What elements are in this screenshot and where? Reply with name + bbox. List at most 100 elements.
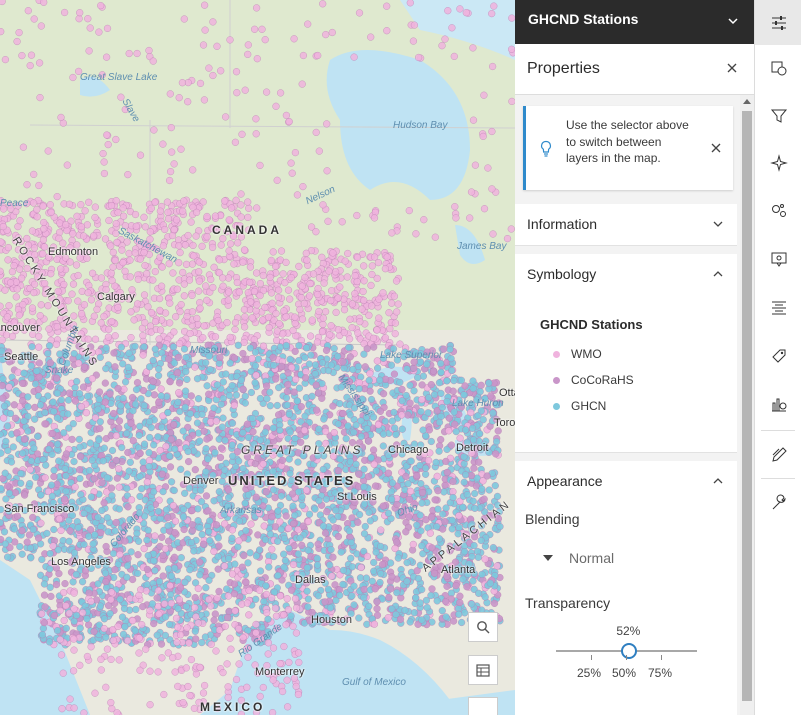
information-title: Information bbox=[527, 216, 598, 232]
legend-swatch bbox=[553, 402, 560, 410]
label-mexico: MEXICO bbox=[200, 700, 266, 714]
properties-action[interactable] bbox=[755, 0, 801, 45]
styles-action[interactable] bbox=[755, 45, 801, 90]
search-icon bbox=[477, 621, 490, 634]
appearance-title[interactable]: Appearance bbox=[527, 473, 603, 489]
blending-select[interactable]: Normal bbox=[525, 543, 730, 573]
label-lake-huron: Lake Huron bbox=[452, 398, 504, 409]
properties-header: Properties bbox=[515, 44, 754, 95]
filter-action[interactable] bbox=[755, 93, 801, 138]
legend-swatch bbox=[553, 376, 560, 384]
effects-action[interactable] bbox=[755, 140, 801, 185]
close-notice-icon[interactable] bbox=[711, 143, 721, 153]
tick-75 bbox=[661, 655, 662, 660]
transparency-label: Transparency bbox=[525, 595, 611, 611]
map-table-button[interactable] bbox=[468, 655, 498, 685]
legend-label: GHCN bbox=[571, 399, 607, 413]
scroll-up-icon[interactable] bbox=[743, 99, 751, 104]
action-bar bbox=[754, 0, 801, 715]
label-snake: Snake bbox=[45, 365, 74, 376]
action-divider bbox=[761, 430, 795, 431]
city-seattle[interactable]: Seattle bbox=[4, 351, 38, 363]
fields-icon bbox=[771, 301, 786, 314]
city-toronto[interactable]: Toro bbox=[494, 417, 515, 429]
tick-label-25: 25% bbox=[577, 666, 602, 680]
labels-action[interactable] bbox=[755, 333, 801, 378]
blending-value: Normal bbox=[569, 550, 615, 566]
label-hudson-bay: Hudson Bay bbox=[393, 120, 448, 131]
layer-selector[interactable]: GHCND Stations bbox=[515, 0, 754, 44]
city-detroit[interactable]: Detroit bbox=[456, 442, 488, 454]
city-san-francisco[interactable]: San Francisco bbox=[4, 503, 74, 515]
label-great-slave-lake: Great Slave Lake bbox=[80, 72, 157, 83]
clustering-icon bbox=[771, 203, 786, 217]
sketch-action[interactable] bbox=[755, 432, 801, 477]
city-dallas[interactable]: Dallas bbox=[295, 574, 326, 586]
layer-selector-notice: Use the selector above to switch between… bbox=[523, 106, 733, 190]
legend-label: CoCoRaHS bbox=[571, 373, 634, 387]
action-divider bbox=[761, 478, 795, 479]
chevron-up-icon[interactable] bbox=[713, 477, 723, 485]
transparency-slider-handle[interactable] bbox=[621, 643, 638, 659]
city-atlanta[interactable]: Atlanta bbox=[441, 564, 475, 576]
city-denver[interactable]: Denver bbox=[183, 475, 218, 487]
city-houston[interactable]: Houston bbox=[311, 614, 352, 626]
popups-icon bbox=[771, 252, 786, 267]
legend-swatch bbox=[553, 350, 560, 358]
configure-icon bbox=[772, 494, 786, 509]
city-ottawa[interactable]: Otta bbox=[499, 387, 515, 399]
label-james-bay: James Bay bbox=[457, 241, 507, 252]
clustering-action[interactable] bbox=[755, 188, 801, 233]
transparency-value: 52% bbox=[616, 624, 641, 638]
notice-text: Use the selector above to switch between… bbox=[566, 118, 689, 165]
legend-item-wmo: WMO bbox=[553, 347, 602, 361]
chevron-down-icon bbox=[728, 18, 738, 25]
label-missouri: Missouri bbox=[190, 345, 228, 356]
popups-action[interactable] bbox=[755, 236, 801, 281]
chevron-down-icon bbox=[713, 221, 723, 227]
label-gulf-of-mexico: Gulf of Mexico bbox=[342, 677, 406, 688]
city-edmonton[interactable]: Edmonton bbox=[48, 246, 98, 258]
fields-action[interactable] bbox=[755, 285, 801, 330]
label-peace: Peace bbox=[0, 198, 29, 209]
tick-50 bbox=[626, 655, 627, 660]
panel-scrollbar[interactable] bbox=[740, 95, 754, 715]
labels-icon bbox=[771, 349, 785, 363]
legend-item-ghcn: GHCN bbox=[553, 399, 606, 413]
layer-selector-label: GHCND Stations bbox=[528, 11, 639, 27]
information-section[interactable]: Information bbox=[515, 204, 737, 246]
city-calgary[interactable]: Calgary bbox=[97, 291, 135, 303]
blending-label: Blending bbox=[525, 511, 580, 527]
styles-icon bbox=[771, 61, 786, 75]
properties-icon bbox=[771, 15, 786, 30]
symbology-title[interactable]: Symbology bbox=[527, 266, 596, 282]
label-united-states: UNITED STATES bbox=[228, 473, 356, 488]
label-arkansas: Arkansas bbox=[220, 505, 262, 516]
sketch-icon bbox=[771, 446, 787, 462]
scrollbar-thumb[interactable] bbox=[742, 111, 752, 701]
legend-item-cocorahs: CoCoRaHS bbox=[553, 373, 634, 387]
tick-label-50: 50% bbox=[612, 666, 637, 680]
chevron-up-icon[interactable] bbox=[713, 270, 723, 278]
tick-25 bbox=[591, 655, 592, 660]
close-icon[interactable] bbox=[726, 62, 738, 74]
legend-title: GHCND Stations bbox=[540, 317, 643, 332]
configure-action[interactable] bbox=[755, 480, 801, 525]
label-canada: CANADA bbox=[212, 223, 282, 237]
map-view[interactable]: CANADA UNITED STATES GREAT PLAINS ROCKY … bbox=[0, 0, 515, 715]
layer-panel: GHCND Stations Properties Use the select… bbox=[515, 0, 754, 715]
city-monterrey[interactable]: Monterrey bbox=[255, 666, 305, 678]
table-icon bbox=[476, 664, 490, 677]
map-search-button[interactable] bbox=[468, 612, 498, 642]
city-st-louis[interactable]: St Louis bbox=[337, 491, 377, 503]
properties-content[interactable]: Use the selector above to switch between… bbox=[515, 95, 740, 715]
city-vancouver[interactable]: Vancouver bbox=[0, 322, 40, 334]
map-extra-button[interactable] bbox=[468, 697, 498, 715]
charts-action[interactable] bbox=[755, 381, 801, 426]
city-los-angeles[interactable]: Los Angeles bbox=[51, 556, 111, 568]
city-chicago[interactable]: Chicago bbox=[388, 444, 428, 456]
caret-down-icon bbox=[543, 555, 553, 561]
tick-label-75: 75% bbox=[648, 666, 673, 680]
lightbulb-icon bbox=[541, 140, 551, 157]
properties-title: Properties bbox=[527, 60, 600, 77]
